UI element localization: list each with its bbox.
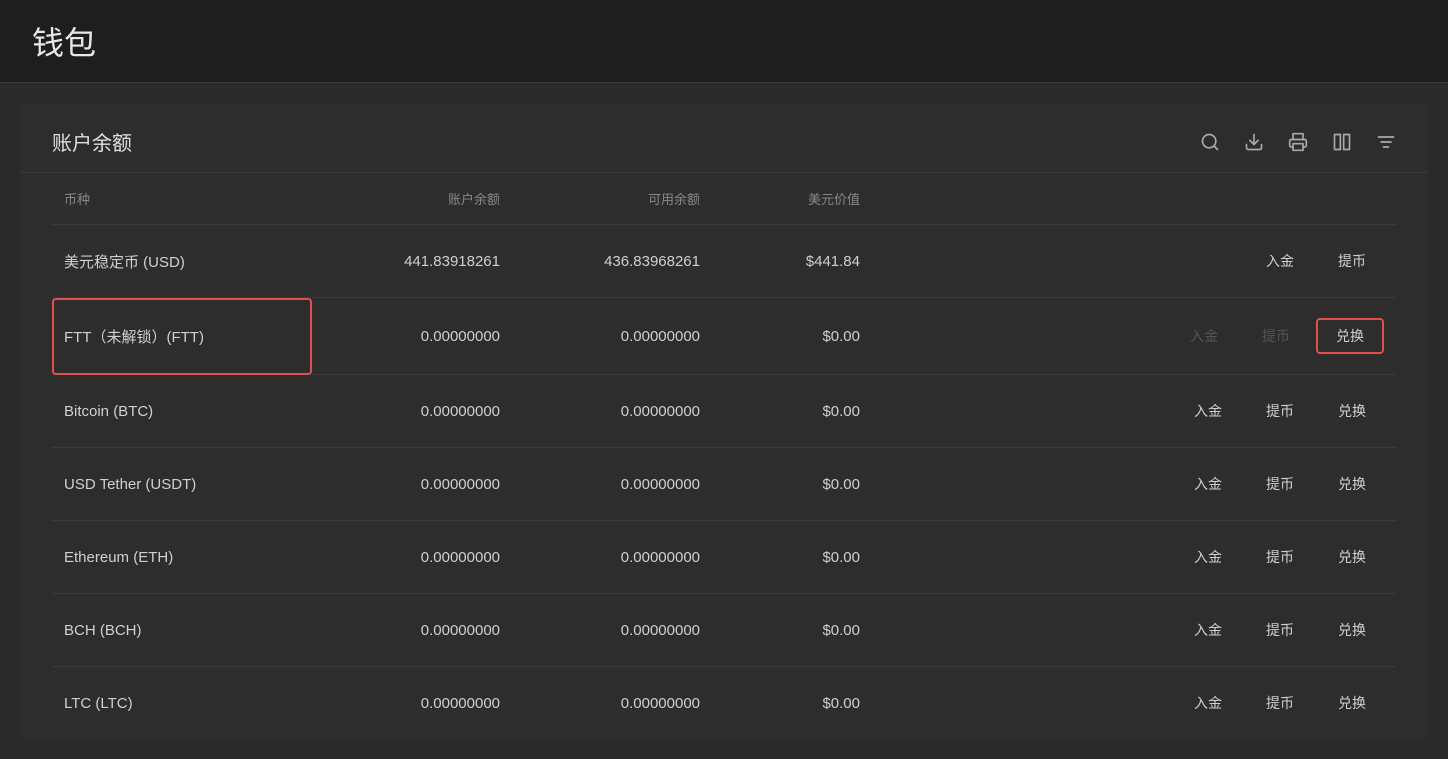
usd-value-cell: $0.00 bbox=[712, 667, 872, 740]
currency-cell: FTT（未解锁）(FTT) bbox=[52, 298, 312, 375]
header-available: 可用余额 bbox=[512, 173, 712, 225]
deposit-button[interactable]: 入金 bbox=[1176, 614, 1240, 646]
table-row: USD Tether (USDT)0.000000000.00000000$0.… bbox=[52, 448, 1396, 521]
header-balance: 账户余额 bbox=[312, 173, 512, 225]
available-cell: 0.00000000 bbox=[512, 667, 712, 740]
actions-cell: 入金提币兑换 bbox=[872, 448, 1396, 521]
table-row: 美元稳定币 (USD)441.83918261436.83968261$441.… bbox=[52, 225, 1396, 298]
balance-cell: 0.00000000 bbox=[312, 667, 512, 740]
table-row: Bitcoin (BTC)0.000000000.00000000$0.00入金… bbox=[52, 375, 1396, 448]
withdraw-button[interactable]: 提币 bbox=[1320, 245, 1384, 277]
currency-cell: LTC (LTC) bbox=[52, 667, 312, 740]
exchange-button[interactable]: 兑换 bbox=[1320, 395, 1384, 427]
table-row: Ethereum (ETH)0.000000000.00000000$0.00入… bbox=[52, 521, 1396, 594]
actions-cell: 入金提币兑换 bbox=[872, 521, 1396, 594]
currency-cell: Bitcoin (BTC) bbox=[52, 375, 312, 448]
table-row: LTC (LTC)0.000000000.00000000$0.00入金提币兑换 bbox=[52, 667, 1396, 740]
columns-icon[interactable] bbox=[1332, 132, 1352, 152]
filter-icon[interactable] bbox=[1376, 132, 1396, 152]
header-usd-value: 美元价值 bbox=[712, 173, 872, 225]
main-content: 账户余额 bbox=[20, 103, 1428, 739]
balance-cell: 0.00000000 bbox=[312, 375, 512, 448]
print-icon[interactable] bbox=[1288, 132, 1308, 152]
search-icon[interactable] bbox=[1200, 132, 1220, 152]
actions-cell: 入金提币兑换 bbox=[872, 375, 1396, 448]
deposit-button: 入金 bbox=[1172, 320, 1236, 352]
deposit-button[interactable]: 入金 bbox=[1248, 245, 1312, 277]
exchange-button[interactable]: 兑换 bbox=[1320, 687, 1384, 719]
table-container: 币种 账户余额 可用余额 美元价值 美元稳定币 (USD)441.8391826… bbox=[20, 173, 1428, 739]
available-cell: 0.00000000 bbox=[512, 594, 712, 667]
withdraw-button[interactable]: 提币 bbox=[1248, 395, 1312, 427]
usd-value-cell: $441.84 bbox=[712, 225, 872, 298]
currency-cell: Ethereum (ETH) bbox=[52, 521, 312, 594]
currency-cell: BCH (BCH) bbox=[52, 594, 312, 667]
deposit-button[interactable]: 入金 bbox=[1176, 395, 1240, 427]
balance-cell: 441.83918261 bbox=[312, 225, 512, 298]
deposit-button[interactable]: 入金 bbox=[1176, 541, 1240, 573]
exchange-button[interactable]: 兑换 bbox=[1320, 541, 1384, 573]
table-row: FTT（未解锁）(FTT)0.000000000.00000000$0.00入金… bbox=[52, 298, 1396, 375]
balance-cell: 0.00000000 bbox=[312, 594, 512, 667]
exchange-button[interactable]: 兑换 bbox=[1320, 614, 1384, 646]
page-title: 钱包 bbox=[32, 18, 1416, 64]
available-cell: 436.83968261 bbox=[512, 225, 712, 298]
currency-cell: 美元稳定币 (USD) bbox=[52, 225, 312, 298]
usd-value-cell: $0.00 bbox=[712, 594, 872, 667]
usd-value-cell: $0.00 bbox=[712, 375, 872, 448]
table-row: BCH (BCH)0.000000000.00000000$0.00入金提币兑换 bbox=[52, 594, 1396, 667]
available-cell: 0.00000000 bbox=[512, 298, 712, 375]
actions-cell: 入金提币兑换 bbox=[872, 667, 1396, 740]
balance-table: 币种 账户余额 可用余额 美元价值 美元稳定币 (USD)441.8391826… bbox=[52, 173, 1396, 739]
header-actions bbox=[872, 173, 1396, 225]
usd-value-cell: $0.00 bbox=[712, 521, 872, 594]
balance-cell: 0.00000000 bbox=[312, 448, 512, 521]
available-cell: 0.00000000 bbox=[512, 375, 712, 448]
withdraw-button: 提币 bbox=[1244, 320, 1308, 352]
withdraw-button[interactable]: 提币 bbox=[1248, 614, 1312, 646]
section-header: 账户余额 bbox=[20, 103, 1428, 173]
actions-cell: 入金提币兑换 bbox=[872, 298, 1396, 375]
actions-cell: 入金提币 bbox=[872, 225, 1396, 298]
withdraw-button[interactable]: 提币 bbox=[1248, 687, 1312, 719]
available-cell: 0.00000000 bbox=[512, 521, 712, 594]
exchange-button[interactable]: 兑换 bbox=[1320, 468, 1384, 500]
balance-cell: 0.00000000 bbox=[312, 521, 512, 594]
withdraw-button[interactable]: 提币 bbox=[1248, 468, 1312, 500]
usd-value-cell: $0.00 bbox=[712, 298, 872, 375]
deposit-button[interactable]: 入金 bbox=[1176, 687, 1240, 719]
available-cell: 0.00000000 bbox=[512, 448, 712, 521]
table-header-row: 币种 账户余额 可用余额 美元价值 bbox=[52, 173, 1396, 225]
usd-value-cell: $0.00 bbox=[712, 448, 872, 521]
actions-cell: 入金提币兑换 bbox=[872, 594, 1396, 667]
deposit-button[interactable]: 入金 bbox=[1176, 468, 1240, 500]
toolbar-icons bbox=[1200, 132, 1396, 152]
download-icon[interactable] bbox=[1244, 132, 1264, 152]
header-currency: 币种 bbox=[52, 173, 312, 225]
exchange-button[interactable]: 兑换 bbox=[1316, 318, 1384, 354]
section-title: 账户余额 bbox=[52, 127, 132, 156]
currency-cell: USD Tether (USDT) bbox=[52, 448, 312, 521]
withdraw-button[interactable]: 提币 bbox=[1248, 541, 1312, 573]
balance-cell: 0.00000000 bbox=[312, 298, 512, 375]
page-header: 钱包 bbox=[0, 0, 1448, 83]
